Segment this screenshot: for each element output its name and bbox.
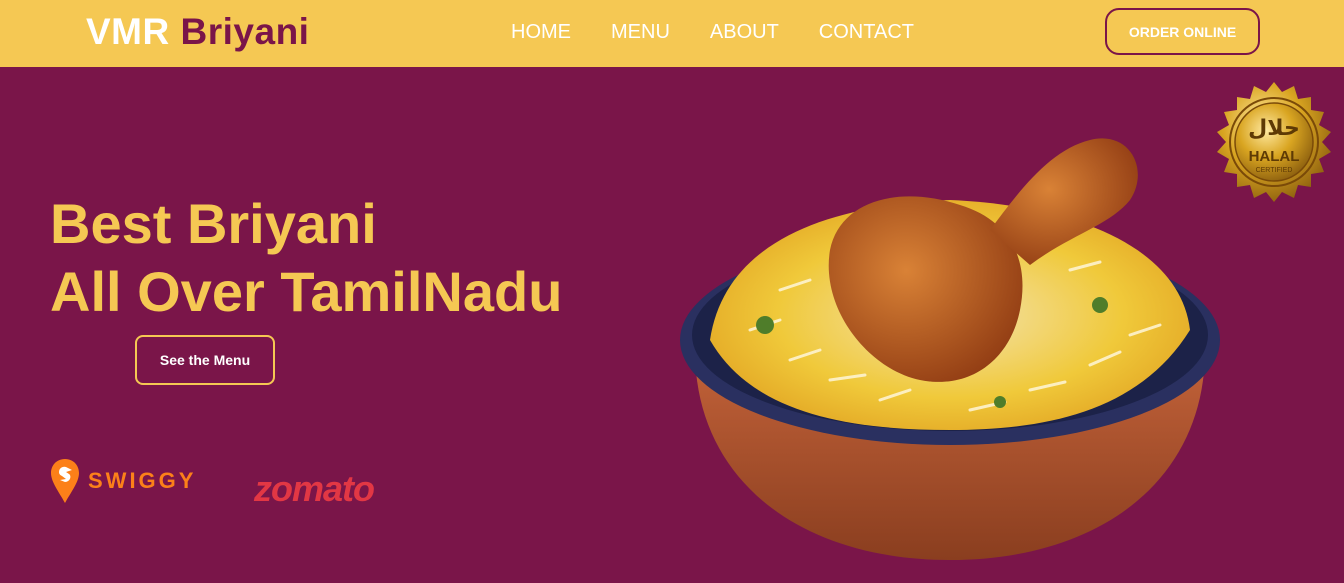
hero-headline-line1: Best Briyani: [50, 192, 377, 255]
swiggy-wordmark: SWIGGY: [88, 468, 197, 493]
brand-name-vmr: VMR: [86, 11, 170, 52]
zomato-link[interactable]: zomato: [254, 468, 375, 510]
halal-certified-badge-icon: حلال HALAL CERTIFIED: [1217, 82, 1331, 202]
order-online-button[interactable]: ORDER ONLINE: [1105, 8, 1260, 55]
hero-headline: Best Briyani All Over TamilNadu: [50, 190, 562, 326]
nav-contact-link[interactable]: CONTACT: [819, 21, 914, 44]
nav-about-link[interactable]: ABOUT: [710, 21, 779, 44]
main-nav: HOME MENU ABOUT CONTACT: [511, 21, 914, 44]
nav-menu-link[interactable]: MENU: [611, 21, 670, 44]
swiggy-link[interactable]: SWIGGY: [50, 458, 196, 504]
halal-subtitle-text: CERTIFIED: [1256, 167, 1293, 174]
top-navbar: VMR Briyani HOME MENU ABOUT CONTACT ORDE…: [0, 0, 1344, 67]
swiggy-logo-icon: [51, 459, 79, 503]
halal-arabic-text: حلال: [1248, 116, 1300, 141]
brand-logo[interactable]: VMR Briyani: [86, 11, 309, 53]
brand-name-briyani: Briyani: [180, 11, 310, 52]
biryani-dish-image: [680, 138, 1220, 560]
nav-home-link[interactable]: HOME: [511, 21, 571, 44]
halal-title-text: HALAL: [1249, 148, 1300, 165]
see-menu-button[interactable]: See the Menu: [135, 335, 275, 385]
hero-headline-line2: All Over TamilNadu: [50, 260, 563, 323]
